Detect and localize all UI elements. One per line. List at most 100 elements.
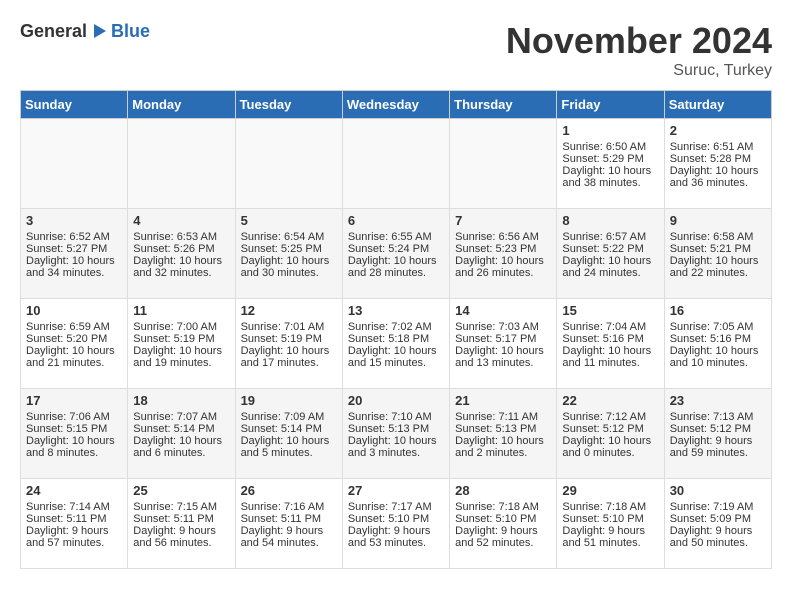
calendar-cell: 11Sunrise: 7:00 AMSunset: 5:19 PMDayligh… xyxy=(128,299,235,389)
day-info: Sunset: 5:23 PM xyxy=(455,243,551,255)
calendar-cell: 28Sunrise: 7:18 AMSunset: 5:10 PMDayligh… xyxy=(450,479,557,569)
day-number: 17 xyxy=(26,393,122,408)
col-thursday: Thursday xyxy=(450,91,557,119)
day-info: Sunset: 5:21 PM xyxy=(670,243,766,255)
day-info: Sunrise: 6:59 AM xyxy=(26,321,122,333)
day-info: Daylight: 10 hours and 22 minutes. xyxy=(670,255,766,279)
day-info: Daylight: 9 hours and 56 minutes. xyxy=(133,525,229,549)
day-number: 1 xyxy=(562,123,658,138)
day-number: 13 xyxy=(348,303,444,318)
day-number: 6 xyxy=(348,213,444,228)
calendar-cell: 2Sunrise: 6:51 AMSunset: 5:28 PMDaylight… xyxy=(664,119,771,209)
day-info: Sunrise: 6:58 AM xyxy=(670,231,766,243)
day-info: Sunrise: 6:55 AM xyxy=(348,231,444,243)
day-info: Daylight: 10 hours and 36 minutes. xyxy=(670,165,766,189)
col-sunday: Sunday xyxy=(21,91,128,119)
calendar-cell: 3 Sunrise: 6:52 AMSunset: 5:27 PMDaylight… xyxy=(21,209,128,299)
calendar-cell: 15Sunrise: 7:04 AMSunset: 5:16 PMDayligh… xyxy=(557,299,664,389)
calendar-cell: 26Sunrise: 7:16 AMSunset: 5:11 PMDayligh… xyxy=(235,479,342,569)
week-row-5: 24Sunrise: 7:14 AMSunset: 5:11 PMDayligh… xyxy=(21,479,772,569)
day-info: Sunrise: 7:15 AM xyxy=(133,501,229,513)
day-info: Sunrise: 7:06 AM xyxy=(26,411,122,423)
day-info: Daylight: 9 hours and 52 minutes. xyxy=(455,525,551,549)
day-number: 19 xyxy=(241,393,337,408)
day-info: Sunset: 5:11 PM xyxy=(133,513,229,525)
location: Suruc, Turkey xyxy=(506,62,772,80)
day-info: Daylight: 10 hours and 32 minutes. xyxy=(133,255,229,279)
day-number: 27 xyxy=(348,483,444,498)
page-header: General Blue November 2024 Suruc, Turkey xyxy=(20,20,772,80)
day-info: Daylight: 10 hours and 26 minutes. xyxy=(455,255,551,279)
day-info: Sunset: 5:16 PM xyxy=(670,333,766,345)
day-info: Sunrise: 7:18 AM xyxy=(562,501,658,513)
day-number: 5 xyxy=(241,213,337,228)
day-number: 14 xyxy=(455,303,551,318)
day-number: 18 xyxy=(133,393,229,408)
day-info: Sunrise: 7:01 AM xyxy=(241,321,337,333)
calendar-cell xyxy=(450,119,557,209)
calendar-cell: 20Sunrise: 7:10 AMSunset: 5:13 PMDayligh… xyxy=(342,389,449,479)
logo-arrow-icon xyxy=(88,20,110,42)
calendar-cell: 25Sunrise: 7:15 AMSunset: 5:11 PMDayligh… xyxy=(128,479,235,569)
col-tuesday: Tuesday xyxy=(235,91,342,119)
day-info: Daylight: 10 hours and 34 minutes. xyxy=(26,255,122,279)
day-info: Sunset: 5:12 PM xyxy=(670,423,766,435)
day-info: Sunrise: 6:51 AM xyxy=(670,141,766,153)
day-info: Sunrise: 7:11 AM xyxy=(455,411,551,423)
day-info: Sunset: 5:19 PM xyxy=(241,333,337,345)
calendar-cell: 7 Sunrise: 6:56 AMSunset: 5:23 PMDaylight… xyxy=(450,209,557,299)
calendar-cell: 29Sunrise: 7:18 AMSunset: 5:10 PMDayligh… xyxy=(557,479,664,569)
day-info: Sunset: 5:27 PM xyxy=(26,243,122,255)
calendar-cell: 5Sunrise: 6:54 AMSunset: 5:25 PMDaylight… xyxy=(235,209,342,299)
day-info: Daylight: 9 hours and 57 minutes. xyxy=(26,525,122,549)
day-info: Daylight: 10 hours and 28 minutes. xyxy=(348,255,444,279)
day-info: Sunrise: 7:17 AM xyxy=(348,501,444,513)
day-info: Sunrise: 7:16 AM xyxy=(241,501,337,513)
calendar-cell: 10Sunrise: 6:59 AMSunset: 5:20 PMDayligh… xyxy=(21,299,128,389)
day-info: Sunrise: 6:54 AM xyxy=(241,231,337,243)
day-info: Sunset: 5:11 PM xyxy=(241,513,337,525)
calendar-cell: 30Sunrise: 7:19 AMSunset: 5:09 PMDayligh… xyxy=(664,479,771,569)
day-info: Daylight: 9 hours and 50 minutes. xyxy=(670,525,766,549)
day-number: 21 xyxy=(455,393,551,408)
day-info: Sunrise: 6:52 AM xyxy=(26,231,122,243)
day-info: Daylight: 10 hours and 3 minutes. xyxy=(348,435,444,459)
col-monday: Monday xyxy=(128,91,235,119)
day-number: 4 xyxy=(133,213,229,228)
day-info: Daylight: 9 hours and 51 minutes. xyxy=(562,525,658,549)
day-info: Sunrise: 6:56 AM xyxy=(455,231,551,243)
day-info: Daylight: 9 hours and 53 minutes. xyxy=(348,525,444,549)
day-info: Sunset: 5:17 PM xyxy=(455,333,551,345)
day-info: Sunset: 5:12 PM xyxy=(562,423,658,435)
calendar-cell xyxy=(342,119,449,209)
week-row-2: 3Sunrise: 6:52 AMSunset: 5:27 PMDaylight… xyxy=(21,209,772,299)
day-number: 7 xyxy=(455,213,551,228)
day-number: 12 xyxy=(241,303,337,318)
day-info: Sunrise: 7:04 AM xyxy=(562,321,658,333)
day-info: Sunrise: 7:19 AM xyxy=(670,501,766,513)
day-info: Sunrise: 7:03 AM xyxy=(455,321,551,333)
day-info: Sunset: 5:26 PM xyxy=(133,243,229,255)
calendar-cell: 17Sunrise: 7:06 AMSunset: 5:15 PMDayligh… xyxy=(21,389,128,479)
day-number: 3 xyxy=(26,213,122,228)
week-row-4: 17Sunrise: 7:06 AMSunset: 5:15 PMDayligh… xyxy=(21,389,772,479)
calendar-cell: 23Sunrise: 7:13 AMSunset: 5:12 PMDayligh… xyxy=(664,389,771,479)
day-info: Daylight: 10 hours and 2 minutes. xyxy=(455,435,551,459)
day-number: 30 xyxy=(670,483,766,498)
calendar-cell: 14Sunrise: 7:03 AMSunset: 5:17 PMDayligh… xyxy=(450,299,557,389)
day-info: Daylight: 10 hours and 0 minutes. xyxy=(562,435,658,459)
day-info: Sunset: 5:22 PM xyxy=(562,243,658,255)
calendar-cell: 9Sunrise: 6:58 AMSunset: 5:21 PMDaylight… xyxy=(664,209,771,299)
day-info: Sunset: 5:10 PM xyxy=(455,513,551,525)
col-saturday: Saturday xyxy=(664,91,771,119)
day-info: Sunrise: 7:10 AM xyxy=(348,411,444,423)
day-number: 22 xyxy=(562,393,658,408)
col-friday: Friday xyxy=(557,91,664,119)
day-number: 24 xyxy=(26,483,122,498)
day-info: Sunset: 5:20 PM xyxy=(26,333,122,345)
day-info: Sunrise: 6:53 AM xyxy=(133,231,229,243)
calendar-cell xyxy=(21,119,128,209)
calendar-cell: 8Sunrise: 6:57 AMSunset: 5:22 PMDaylight… xyxy=(557,209,664,299)
calendar-cell: 6Sunrise: 6:55 AMSunset: 5:24 PMDaylight… xyxy=(342,209,449,299)
calendar-cell: 13Sunrise: 7:02 AMSunset: 5:18 PMDayligh… xyxy=(342,299,449,389)
